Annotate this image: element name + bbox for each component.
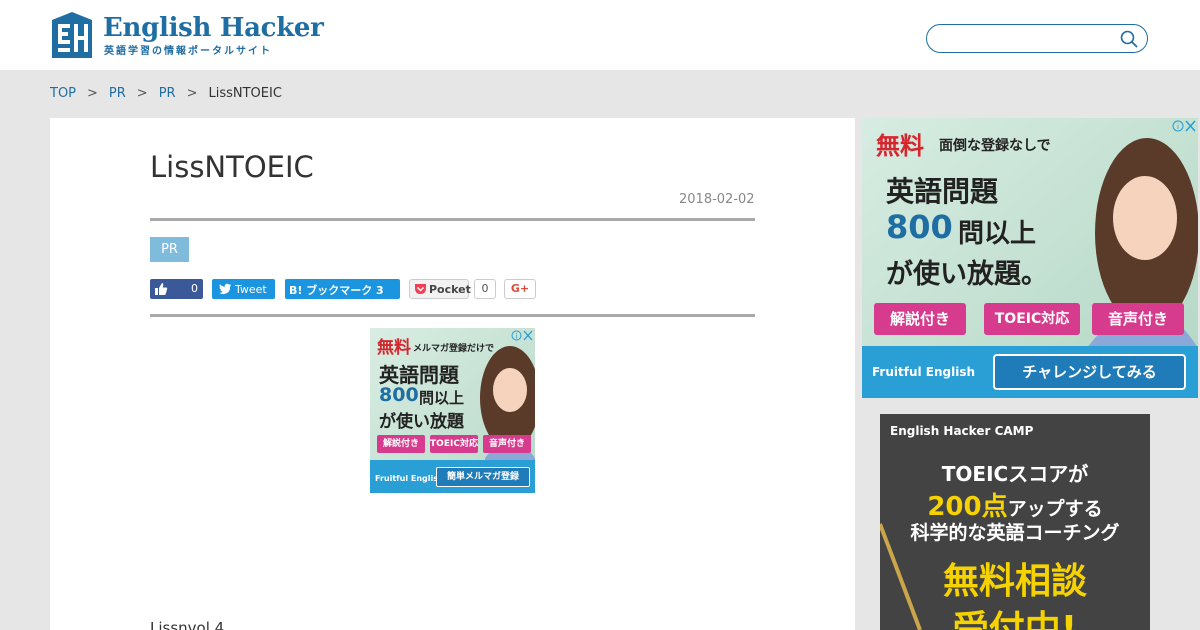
- ad-tag: TOEIC対応: [430, 435, 478, 453]
- breadcrumb-top[interactable]: TOP: [50, 86, 76, 101]
- search-icon[interactable]: [1119, 29, 1139, 49]
- ad-number: 800: [379, 384, 419, 406]
- ad-line2: 問以上: [958, 219, 1037, 249]
- tweet-label: Tweet: [235, 283, 267, 296]
- ad-tag: 解説付き: [377, 435, 425, 453]
- ad-line3: が使い放題: [379, 412, 464, 432]
- article-body-preview: Lissnvol.4: [150, 619, 225, 630]
- thumbs-up-icon: [155, 283, 168, 295]
- ad-tag: TOEIC対応: [984, 303, 1080, 335]
- ad-brand: Fruitful English: [872, 365, 976, 379]
- article-title: LissNTOEIC: [150, 150, 314, 184]
- tweet-button[interactable]: Tweet: [212, 279, 275, 299]
- article-date: 2018-02-02: [679, 192, 755, 207]
- ad-tag: 音声付き: [1092, 303, 1184, 335]
- article-container: LissNTOEIC 2018-02-02 PR 0 Tweet B! ブックマ…: [50, 118, 855, 630]
- divider: [150, 314, 755, 317]
- ad-note: 面倒な登録なしで: [939, 138, 1051, 154]
- category-tag[interactable]: PR: [150, 237, 189, 262]
- ad-free-label: 無料: [377, 338, 411, 358]
- ad-brand: Fruitful English: [375, 474, 444, 483]
- breadcrumb-pr-sub[interactable]: PR: [159, 86, 176, 101]
- ad-cta-button[interactable]: 簡単メルマガ登録: [436, 467, 530, 487]
- sidebar-camp-ad[interactable]: English Hacker CAMP TOEICスコアが 200点アップする …: [880, 414, 1150, 630]
- breadcrumb-pr[interactable]: PR: [109, 86, 126, 101]
- ad-line2: 問以上: [419, 389, 465, 407]
- in-article-ad[interactable]: i 無料 メルマガ登録だけで 英語問題 800 問以上 が使い放題 解説付き T…: [370, 328, 535, 493]
- camp-ad-line1b: アップする: [1007, 498, 1103, 520]
- search-box: [926, 24, 1148, 53]
- svg-text:i: i: [1177, 123, 1179, 131]
- pocket-count: 0: [474, 279, 496, 299]
- facebook-like-button[interactable]: 0: [150, 279, 203, 299]
- ad-free-label: 無料: [876, 132, 924, 160]
- breadcrumb-separator: >: [186, 86, 198, 101]
- camp-ad-brand: English Hacker CAMP: [890, 424, 1034, 438]
- site-logo[interactable]: English Hacker 英語学習の情報ポータルサイト: [50, 10, 324, 60]
- camp-ad-line2: 科学的な英語コーチング: [910, 522, 1120, 544]
- ad-headline: 英語問題: [886, 175, 999, 208]
- twitter-bird-icon: [218, 283, 231, 295]
- search-input[interactable]: [939, 29, 1109, 48]
- svg-text:i: i: [516, 333, 518, 341]
- divider: [150, 218, 755, 221]
- ad-number: 800: [886, 208, 953, 246]
- sidebar-ad[interactable]: i 無料 面倒な登録なしで 英語問題 800 問以上 が使い放題。 解説付き T…: [862, 118, 1198, 398]
- breadcrumb-separator: >: [87, 86, 98, 101]
- ad-line3: が使い放題。: [886, 259, 1048, 290]
- logo-subtitle: 英語学習の情報ポータルサイト: [104, 46, 272, 57]
- logo-title: English Hacker: [103, 13, 324, 43]
- pocket-button[interactable]: Pocket: [409, 279, 471, 299]
- google-plus-button[interactable]: G+: [504, 279, 536, 299]
- ad-tag: 解説付き: [874, 303, 966, 335]
- pocket-label: Pocket: [429, 283, 471, 296]
- pocket-icon: [415, 284, 426, 294]
- camp-ad-line4: 受付中!: [952, 609, 1078, 630]
- logo-mark-icon: [52, 12, 92, 58]
- site-header: English Hacker 英語学習の情報ポータルサイト: [0, 0, 1200, 70]
- hatena-bookmark-label: B! ブックマーク 3: [289, 284, 384, 297]
- ad-choices-icon[interactable]: i: [511, 330, 533, 341]
- breadcrumb-separator: >: [136, 86, 148, 101]
- breadcrumb: TOP > PR > PR > LissNTOEIC: [50, 86, 282, 101]
- ad-choices-icon[interactable]: i: [1172, 120, 1196, 132]
- ad-cta-button[interactable]: チャレンジしてみる: [993, 354, 1186, 390]
- camp-ad-line3: 無料相談: [942, 561, 1087, 602]
- breadcrumb-current: LissNTOEIC: [208, 86, 282, 101]
- ad-note: メルマガ登録だけで: [413, 344, 495, 354]
- camp-ad-line1: TOEICスコアが: [941, 462, 1089, 486]
- ad-tag: 音声付き: [483, 435, 531, 453]
- like-count: 0: [191, 282, 198, 295]
- hatena-bookmark-button[interactable]: B! ブックマーク 3: [285, 279, 400, 299]
